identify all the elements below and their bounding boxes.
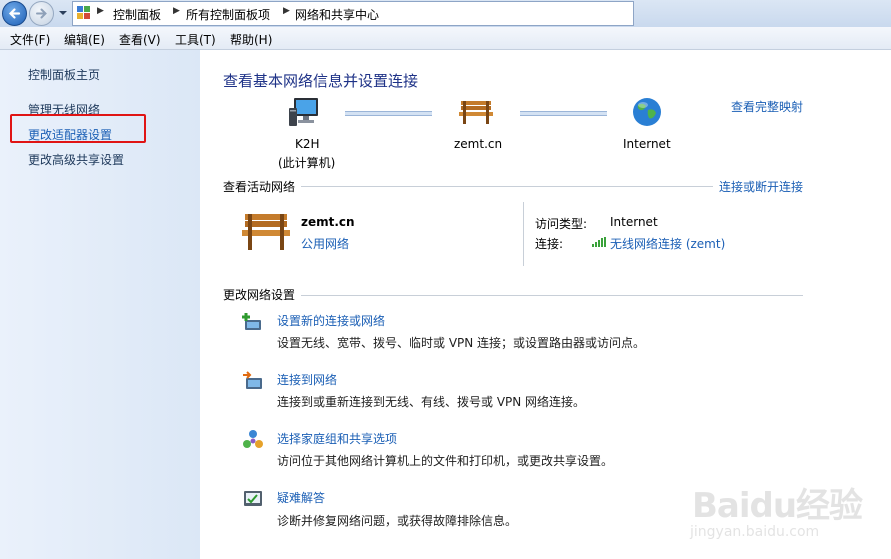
watermark-brand: Baidu经验 — [692, 486, 863, 526]
page-title: 查看基本网络信息并设置连接 — [223, 72, 419, 90]
computer-sublabel: (此计算机) — [278, 156, 336, 170]
section-divider — [301, 295, 803, 296]
back-arrow-icon — [8, 8, 21, 19]
connection-line — [345, 111, 432, 116]
connect-disconnect-link[interactable]: 连接或断开连接 — [719, 178, 803, 195]
network-name: zemt.cn — [454, 137, 503, 151]
connection-line — [520, 111, 607, 116]
forward-arrow-icon — [36, 8, 47, 19]
signal-strength-icon — [592, 237, 606, 247]
highlight-annotation — [10, 114, 146, 143]
troubleshoot-link[interactable]: 疑难解答 — [277, 489, 325, 506]
wireless-connection-link[interactable]: 无线网络连接 (zemt) — [610, 235, 725, 252]
menu-bar: 文件(F) 编辑(E) 查看(V) 工具(T) 帮助(H) — [0, 27, 891, 50]
sidebar-item-advanced-sharing[interactable]: 更改高级共享设置 — [28, 151, 124, 168]
breadcrumb-item-control-panel[interactable]: 控制面板 — [113, 6, 161, 23]
breadcrumb-item-network-center[interactable]: 网络和共享中心 — [295, 6, 379, 23]
menu-edit[interactable]: 编辑(E) — [64, 31, 105, 48]
access-type-value: Internet — [610, 215, 658, 229]
address-bar: ▶ 控制面板 ▶ 所有控制面板项 ▶ 网络和共享中心 — [0, 0, 891, 28]
change-settings-heading: 更改网络设置 — [223, 288, 296, 302]
troubleshoot-icon — [244, 491, 262, 506]
active-network-heading: 查看活动网络 — [223, 180, 296, 194]
breadcrumb-separator-icon[interactable]: ▶ — [97, 6, 104, 16]
access-type-label: 访问类型: — [535, 217, 588, 231]
menu-file[interactable]: 文件(F) — [10, 31, 50, 48]
section-divider — [301, 186, 713, 187]
network-bench-icon[interactable] — [458, 98, 494, 126]
baidu-watermark: Baidu经验 jingyan.baidu.com — [660, 470, 891, 559]
back-button[interactable] — [2, 1, 27, 26]
menu-view[interactable]: 查看(V) — [119, 31, 161, 48]
new-connection-icon — [242, 313, 261, 330]
connect-network-icon — [243, 371, 262, 389]
control-panel-icon — [77, 6, 90, 19]
forward-button[interactable] — [29, 1, 54, 26]
connect-to-network-link[interactable]: 连接到网络 — [277, 371, 337, 388]
homegroup-sharing-link[interactable]: 选择家庭组和共享选项 — [277, 430, 397, 447]
breadcrumb-item-all-items[interactable]: 所有控制面板项 — [186, 6, 270, 23]
network-bench-icon — [242, 214, 290, 250]
setup-new-connection-link[interactable]: 设置新的连接或网络 — [277, 312, 385, 329]
connection-label: 连接: — [535, 237, 564, 251]
recent-pages-dropdown-icon[interactable] — [57, 6, 69, 20]
internet-label: Internet — [623, 137, 671, 151]
vertical-divider — [523, 202, 524, 266]
connect-to-network-desc: 连接到或重新连接到无线、有线、拨号或 VPN 网络连接。 — [277, 395, 586, 409]
computer-icon[interactable] — [288, 96, 322, 128]
breadcrumb[interactable]: ▶ 控制面板 ▶ 所有控制面板项 ▶ 网络和共享中心 — [72, 1, 634, 26]
setup-new-connection-desc: 设置无线、宽带、拨号、临时或 VPN 连接；或设置路由器或访问点。 — [277, 336, 646, 350]
watermark-url: jingyan.baidu.com — [690, 524, 820, 540]
internet-globe-icon[interactable] — [631, 96, 663, 128]
menu-help[interactable]: 帮助(H) — [230, 31, 272, 48]
sidebar-item-control-panel-home[interactable]: 控制面板主页 — [28, 66, 100, 83]
network-type-link[interactable]: 公用网络 — [301, 235, 349, 252]
troubleshoot-desc: 诊断并修复网络问题，或获得故障排除信息。 — [277, 514, 518, 528]
homegroup-icon — [243, 430, 263, 448]
active-network-name: zemt.cn — [301, 215, 355, 229]
breadcrumb-separator-icon[interactable]: ▶ — [173, 6, 180, 16]
menu-tools[interactable]: 工具(T) — [175, 31, 216, 48]
view-full-map-link[interactable]: 查看完整映射 — [731, 98, 803, 115]
breadcrumb-separator-icon[interactable]: ▶ — [283, 6, 290, 16]
homegroup-sharing-desc: 访问位于其他网络计算机上的文件和打印机，或更改共享设置。 — [277, 454, 614, 468]
computer-name: K2H — [295, 137, 320, 151]
